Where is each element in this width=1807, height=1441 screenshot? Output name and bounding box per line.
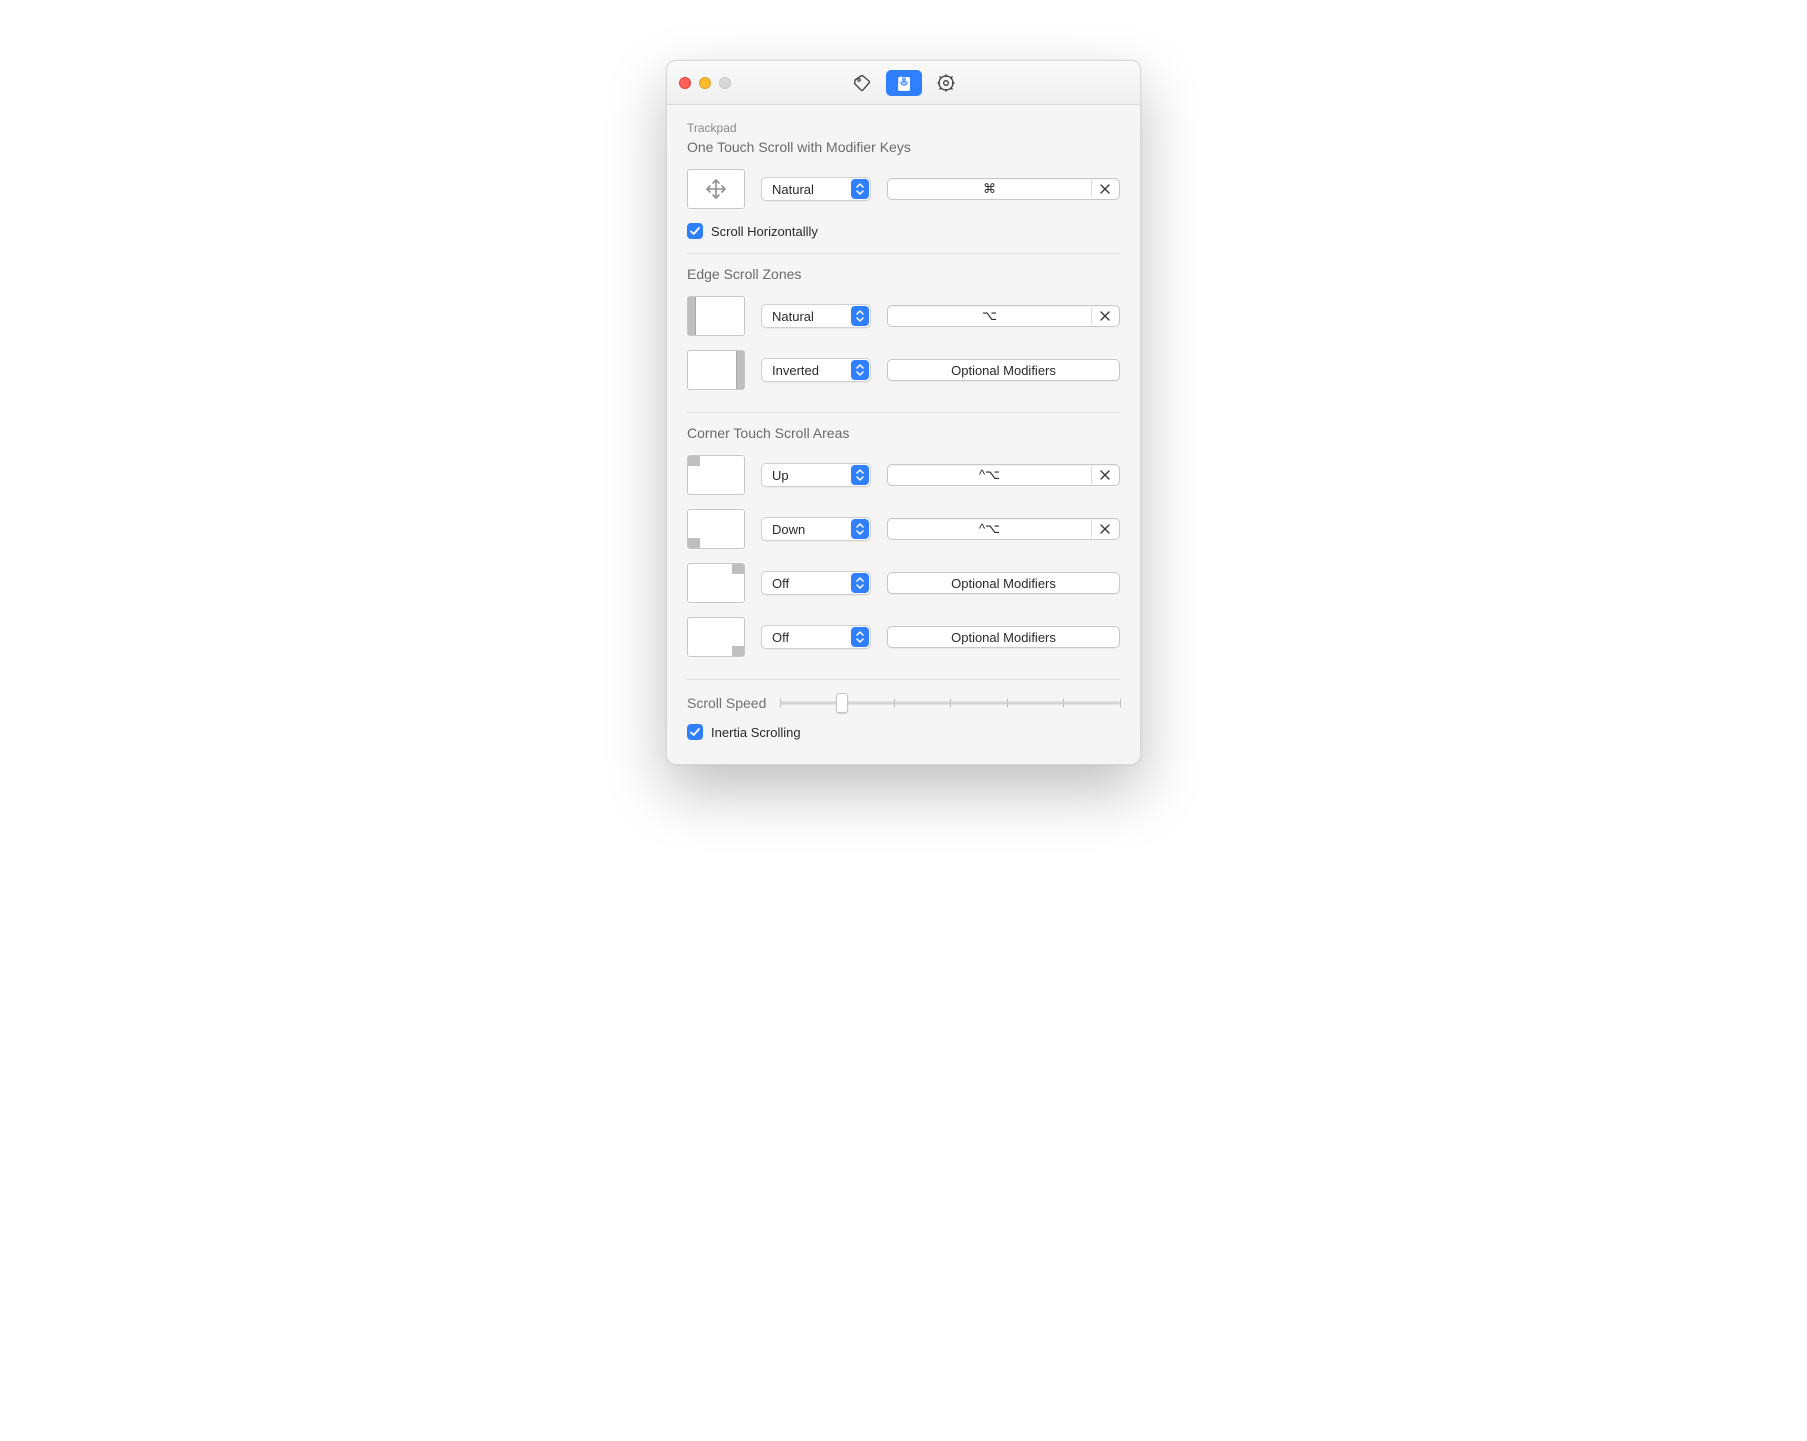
edge-left-direction-select[interactable]: Natural bbox=[761, 304, 871, 328]
stepper-icon bbox=[851, 573, 869, 593]
scroll-speed-row: Scroll Speed bbox=[687, 692, 1120, 714]
toolbar-tabs bbox=[844, 70, 964, 96]
section-title-one-touch: One Touch Scroll with Modifier Keys bbox=[687, 139, 1120, 155]
select-value: Off bbox=[772, 576, 789, 591]
corner-tl-direction-select[interactable]: Up bbox=[761, 463, 871, 487]
inertia-label: Inertia Scrolling bbox=[711, 725, 801, 740]
corner-tr-modifier-button[interactable]: Optional Modifiers bbox=[887, 572, 1120, 594]
modifier-value: ⌥ bbox=[982, 308, 997, 324]
slider-thumb[interactable] bbox=[836, 693, 848, 713]
bottom-right-corner-zone-icon[interactable] bbox=[687, 617, 745, 657]
scroll-horizontally-row: Scroll Horizontallly bbox=[687, 223, 1120, 239]
window-controls bbox=[679, 77, 731, 89]
slider-tick bbox=[950, 699, 951, 708]
scroll-speed-label: Scroll Speed bbox=[687, 695, 766, 711]
right-edge-zone-icon[interactable] bbox=[687, 350, 745, 390]
breadcrumb: Trackpad bbox=[687, 121, 1120, 135]
top-right-corner-zone-icon[interactable] bbox=[687, 563, 745, 603]
tab-trackpad-icon[interactable] bbox=[886, 70, 922, 96]
select-value: Inverted bbox=[772, 363, 819, 378]
content-area: Trackpad One Touch Scroll with Modifier … bbox=[667, 105, 1140, 764]
edge-right-row: Inverted Optional Modifiers bbox=[687, 350, 1120, 390]
slider-tick bbox=[1063, 699, 1064, 708]
top-left-corner-zone-icon[interactable] bbox=[687, 455, 745, 495]
stepper-icon bbox=[851, 179, 869, 199]
scroll-speed-slider[interactable] bbox=[780, 692, 1120, 714]
corner-br-direction-select[interactable]: Off bbox=[761, 625, 871, 649]
corner-bl-modifier-field[interactable]: ^⌥ bbox=[887, 518, 1120, 540]
clear-modifier-button[interactable] bbox=[1091, 307, 1117, 325]
slider-tick bbox=[780, 699, 781, 708]
bottom-left-corner-zone-icon[interactable] bbox=[687, 509, 745, 549]
corner-tl-row: Up ^⌥ bbox=[687, 455, 1120, 495]
corner-tl-modifier-field[interactable]: ^⌥ bbox=[887, 464, 1120, 486]
button-label: Optional Modifiers bbox=[951, 363, 1056, 378]
select-value: Down bbox=[772, 522, 805, 537]
select-value: Natural bbox=[772, 309, 814, 324]
stepper-icon bbox=[851, 519, 869, 539]
slider-tick bbox=[894, 699, 895, 708]
section-title-corner-areas: Corner Touch Scroll Areas bbox=[687, 425, 1120, 441]
slider-tick bbox=[1120, 699, 1121, 708]
corner-bl-row: Down ^⌥ bbox=[687, 509, 1120, 549]
corner-tr-row: Off Optional Modifiers bbox=[687, 563, 1120, 603]
inertia-row: Inertia Scrolling bbox=[687, 724, 1120, 740]
preferences-window: Trackpad One Touch Scroll with Modifier … bbox=[666, 60, 1141, 765]
clear-modifier-button[interactable] bbox=[1091, 466, 1117, 484]
stepper-icon bbox=[851, 627, 869, 647]
stepper-icon bbox=[851, 306, 869, 326]
corner-br-row: Off Optional Modifiers bbox=[687, 617, 1120, 657]
one-touch-modifier-field[interactable]: ⌘ bbox=[887, 178, 1120, 200]
stepper-icon bbox=[851, 360, 869, 380]
modifier-value: ^⌥ bbox=[979, 467, 1000, 483]
stepper-icon bbox=[851, 465, 869, 485]
one-touch-direction-select[interactable]: Natural bbox=[761, 177, 871, 201]
divider bbox=[687, 412, 1120, 413]
divider bbox=[687, 679, 1120, 680]
corner-tr-direction-select[interactable]: Off bbox=[761, 571, 871, 595]
button-label: Optional Modifiers bbox=[951, 630, 1056, 645]
section-title-edge-zones: Edge Scroll Zones bbox=[687, 266, 1120, 282]
scroll-horizontally-label: Scroll Horizontallly bbox=[711, 224, 818, 239]
modifier-value: ^⌥ bbox=[979, 521, 1000, 537]
scroll-horizontally-checkbox[interactable] bbox=[687, 223, 703, 239]
select-value: Off bbox=[772, 630, 789, 645]
corner-bl-direction-select[interactable]: Down bbox=[761, 517, 871, 541]
modifier-value: ⌘ bbox=[983, 181, 996, 197]
tab-tag-icon[interactable] bbox=[844, 70, 880, 96]
select-value: Up bbox=[772, 468, 789, 483]
edge-left-modifier-field[interactable]: ⌥ bbox=[887, 305, 1120, 327]
inertia-checkbox[interactable] bbox=[687, 724, 703, 740]
divider bbox=[687, 253, 1120, 254]
slider-tick bbox=[1007, 699, 1008, 708]
edge-right-direction-select[interactable]: Inverted bbox=[761, 358, 871, 382]
minimize-button[interactable] bbox=[699, 77, 711, 89]
close-button[interactable] bbox=[679, 77, 691, 89]
move-zone-icon[interactable] bbox=[687, 169, 745, 209]
button-label: Optional Modifiers bbox=[951, 576, 1056, 591]
tab-settings-icon[interactable] bbox=[928, 70, 964, 96]
edge-left-row: Natural ⌥ bbox=[687, 296, 1120, 336]
corner-br-modifier-button[interactable]: Optional Modifiers bbox=[887, 626, 1120, 648]
clear-modifier-button[interactable] bbox=[1091, 520, 1117, 538]
one-touch-row: Natural ⌘ bbox=[687, 169, 1120, 209]
select-value: Natural bbox=[772, 182, 814, 197]
zoom-button-disabled bbox=[719, 77, 731, 89]
edge-right-modifier-button[interactable]: Optional Modifiers bbox=[887, 359, 1120, 381]
clear-modifier-button[interactable] bbox=[1091, 180, 1117, 198]
titlebar bbox=[667, 61, 1140, 105]
left-edge-zone-icon[interactable] bbox=[687, 296, 745, 336]
